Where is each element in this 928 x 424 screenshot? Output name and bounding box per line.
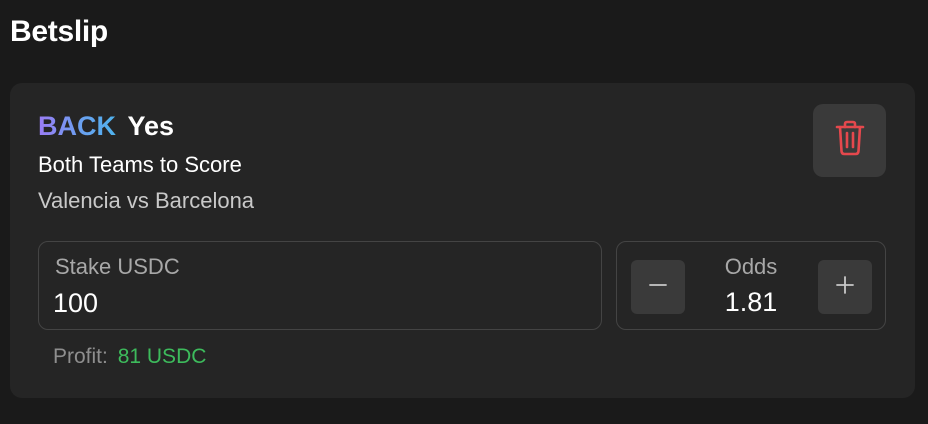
increase-odds-button[interactable] xyxy=(818,260,872,314)
bet-selection: Yes xyxy=(127,111,175,141)
minus-icon xyxy=(648,275,668,300)
profit-label: Profit: xyxy=(53,345,108,368)
decrease-odds-button[interactable] xyxy=(631,260,685,314)
market-name: Both Teams to Score xyxy=(38,152,242,177)
stake-label: Stake USDC xyxy=(55,254,180,279)
page-title: Betslip xyxy=(10,15,108,48)
stake-input[interactable] xyxy=(53,286,583,320)
bet-header: BACK Yes xyxy=(38,111,174,142)
bet-card: BACK Yes Both Teams to Score Valencia vs… xyxy=(10,83,915,398)
profit-line: Profit: 81 USDC xyxy=(53,345,206,369)
betslip-page: Betslip BACK Yes Both Teams to Score Val… xyxy=(0,0,928,424)
trash-icon xyxy=(835,120,865,161)
plus-icon xyxy=(835,275,855,300)
delete-bet-button[interactable] xyxy=(813,104,886,177)
event-name: Valencia vs Barcelona xyxy=(38,188,255,213)
bet-side-label: BACK xyxy=(38,111,116,141)
profit-value: 81 USDC xyxy=(117,345,207,368)
odds-stepper: Odds 1.81 xyxy=(616,241,886,330)
stake-field[interactable]: Stake USDC xyxy=(38,241,602,330)
